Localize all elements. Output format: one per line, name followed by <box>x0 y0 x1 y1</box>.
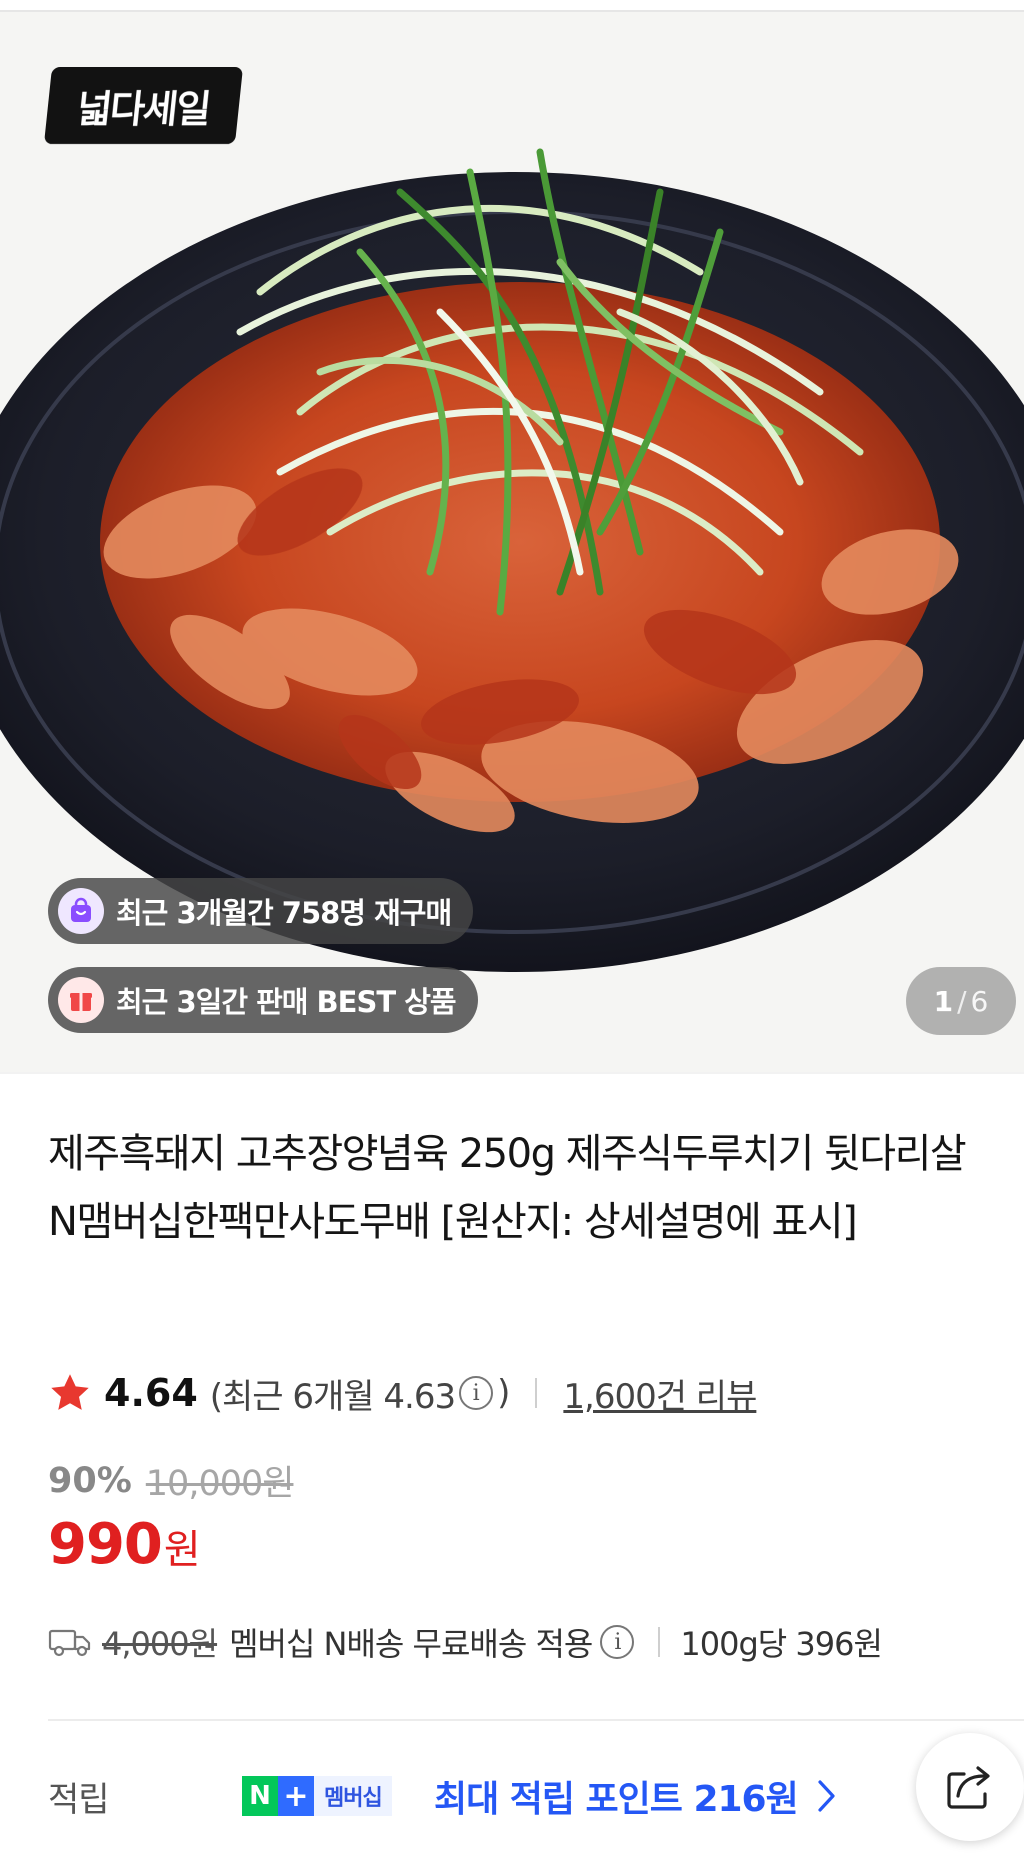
sale-price-row: 990 원 <box>48 1512 201 1577</box>
discount-row: 90% 10,000원 <box>48 1455 295 1506</box>
badge-membership: 멤버십 <box>314 1776 392 1816</box>
points-divider <box>48 1719 1024 1721</box>
repurchase-badge: 최근 3개월간 758명 재구매 <box>48 878 474 944</box>
star-icon <box>51 1374 89 1410</box>
share-button[interactable] <box>916 1733 1024 1841</box>
rating-separator <box>535 1378 538 1408</box>
naver-membership-badge: N + 멤버십 <box>242 1776 392 1816</box>
rating-row: 4.64 (최근 6개월 4.63 i ) 1,600건 리뷰 <box>48 1365 1008 1421</box>
recent-rating: (최근 6개월 4.63 <box>209 1376 456 1417</box>
unit-price: 100g당 396원 <box>680 1625 883 1663</box>
review-count-link[interactable]: 1,600건 리뷰 <box>563 1369 757 1418</box>
shipping-row: 4,000원 멤버십 N배송 무료배송 적용 i 100g당 396원 <box>48 1612 1008 1672</box>
rating-info-glyph: i <box>472 1380 480 1406</box>
product-title: 제주흑돼지 고추장양념육 250g 제주식두루치기 뒷다리살 N맴버십한팩만사도… <box>48 1131 967 1245</box>
image-counter-total: 6 <box>970 984 989 1018</box>
chevron-right-icon <box>818 1780 835 1812</box>
points-row[interactable]: 적립 N + 멤버십 최대 적립 포인트 216원 <box>48 1760 1024 1832</box>
share-icon <box>947 1766 990 1809</box>
shipping-benefit-text: 멤버십 N배송 무료배송 적용 <box>229 1625 593 1663</box>
recent-rating-close: ) <box>497 1373 510 1413</box>
sale-price-unit: 원 <box>163 1527 201 1573</box>
section-divider <box>0 1072 1024 1074</box>
sale-event-logo: 넓다세일 <box>43 67 244 144</box>
sale-price: 990 <box>48 1512 163 1577</box>
rating-info-icon[interactable]: i <box>459 1376 494 1410</box>
rating-value: 4.64 <box>104 1371 198 1415</box>
repurchase-badge-text: 최근 3개월간 758명 재구매 <box>116 896 452 930</box>
best-seller-badge-text: 최근 3일간 판매 BEST 상품 <box>116 985 457 1019</box>
gift-box-icon <box>58 977 104 1023</box>
badge-n: N <box>242 1776 278 1816</box>
top-divider <box>0 0 1024 12</box>
max-points-text: 최대 적립 포인트 216원 <box>434 1779 799 1820</box>
image-counter: 1 / 6 <box>906 967 1016 1035</box>
image-counter-separator: / <box>957 984 967 1018</box>
shipping-separator <box>658 1627 661 1657</box>
original-shipping-fee: 4,000원 <box>102 1625 218 1663</box>
best-seller-badge: 최근 3일간 판매 BEST 상품 <box>48 967 478 1033</box>
original-price: 10,000원 <box>145 1464 295 1504</box>
image-counter-current: 1 <box>933 984 954 1018</box>
shopping-bag-icon <box>58 888 104 934</box>
badge-plus: + <box>278 1776 314 1816</box>
shipping-info-icon[interactable]: i <box>600 1625 635 1659</box>
discount-rate: 90% <box>48 1460 132 1501</box>
points-label: 적립 <box>48 1780 110 1820</box>
sale-logo-text: 넓다세일 <box>74 87 212 131</box>
product-image-carousel[interactable]: 넓다세일 최근 3개월간 758명 재구매 최근 3일간 판매 BEST 상품 … <box>0 12 1024 1072</box>
shipping-info-glyph: i <box>614 1629 621 1655</box>
delivery-truck-icon <box>48 1629 91 1657</box>
